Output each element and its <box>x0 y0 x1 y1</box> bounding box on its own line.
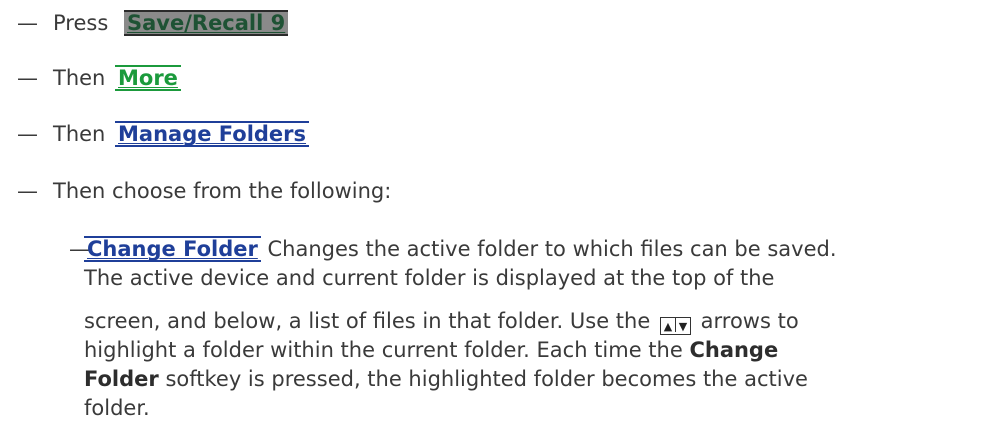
description-line: highlight a folder within the current fo… <box>84 336 778 365</box>
description-line: folder. <box>84 396 150 420</box>
change-folder-reference: Change <box>689 338 779 362</box>
description-line: Folder softkey is pressed, the highlight… <box>84 365 808 394</box>
option-description: Changes the active folder to which files… <box>267 237 837 261</box>
arrow-down-icon: ▼ <box>678 320 688 333</box>
description-text: arrows to <box>700 309 799 333</box>
description-text: screen, and below, a list of files in th… <box>84 309 651 333</box>
more-softkey[interactable]: More <box>115 65 181 91</box>
description-line: The active device and current folder is … <box>84 266 775 290</box>
up-down-arrow-keys-icon: ▲ ▼ <box>659 317 691 335</box>
step-prefix: Press <box>53 11 109 35</box>
arrow-up-icon: ▲ <box>663 320 673 333</box>
description-text: softkey is pressed, the highlighted fold… <box>165 367 808 391</box>
dash-bullet: — <box>17 122 38 146</box>
step-text: Then choose from the following: <box>53 179 392 203</box>
dash-bullet: — <box>17 11 38 35</box>
change-folder-reference: Folder <box>84 367 159 391</box>
dash-bullet: — <box>17 66 38 90</box>
step-prefix: Then <box>53 66 106 90</box>
save-recall-hardkey[interactable]: Save/Recall 9 <box>124 10 289 36</box>
manage-folders-softkey[interactable]: Manage Folders <box>115 121 310 147</box>
description-line: screen, and below, a list of files in th… <box>84 307 799 336</box>
dash-bullet: — <box>17 179 38 203</box>
description-text: highlight a folder within the current fo… <box>84 338 683 362</box>
step-prefix: Then <box>53 122 106 146</box>
change-folder-softkey[interactable]: Change Folder <box>84 236 261 262</box>
